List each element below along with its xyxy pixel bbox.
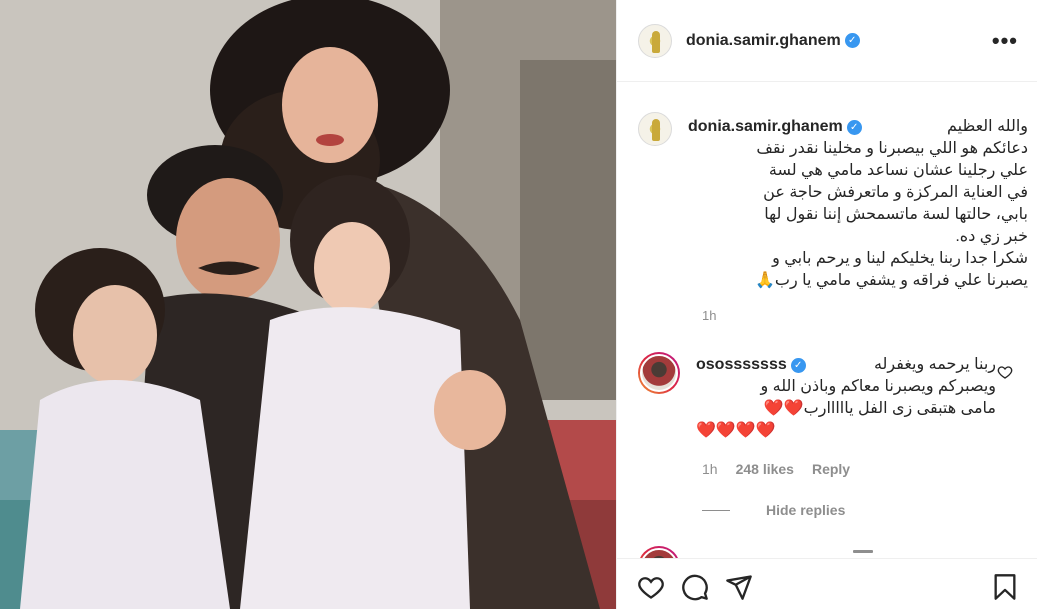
post-sidebar: donia.samir.ghanem ✓ ••• donia.samir.gha… — [616, 0, 1037, 609]
comment-line: مامى هتبقى زى الفل يااااارب❤️❤️ — [763, 400, 996, 417]
hide-replies-button[interactable]: Hide replies — [702, 502, 845, 518]
caption-line: بابي، حالتها لسة ماتسمحش إننا نقول لها — [764, 206, 1028, 223]
caption-username[interactable]: donia.samir.ghanem — [688, 118, 843, 135]
comment-text: ososssssss ✓ ربنا يرحمه ويغفرله ويصبركم و… — [696, 354, 996, 442]
commenter-avatar[interactable] — [638, 352, 680, 394]
comment-bubble-icon[interactable] — [681, 573, 709, 601]
comment-likes[interactable]: 248 likes — [736, 461, 794, 477]
caption-line: علي رجلينا عشان نساعد مامي هي لسة — [768, 162, 1028, 179]
caption-avatar[interactable] — [638, 112, 672, 146]
hide-replies-label: Hide replies — [766, 502, 846, 518]
bookmark-icon[interactable] — [991, 573, 1019, 601]
comment-line: ويصبركم ويصبرنا معاكم وباذن الله و — [760, 378, 996, 395]
author-avatar[interactable] — [638, 23, 672, 58]
commenter-username[interactable]: ososssssss — [696, 356, 787, 373]
action-bar — [617, 558, 1037, 609]
caption-line: والله العظيم — [946, 118, 1028, 135]
comment-meta: 1h 248 likes Reply — [702, 461, 850, 477]
caption-text: donia.samir.ghanem ✓ والله العظيم دعائكم … — [688, 116, 1028, 292]
caption-line: في العناية المركزة و ماتعرفش حاجة عن — [763, 184, 1028, 201]
post-photo — [0, 0, 616, 609]
comment-line: ربنا يرحمه ويغفرله — [873, 356, 996, 373]
heart-outline-icon[interactable] — [637, 573, 665, 601]
reply-button[interactable]: Reply — [812, 461, 850, 477]
truncated-username — [853, 550, 873, 553]
comment-time[interactable]: 1h — [702, 461, 718, 477]
post-header: donia.samir.ghanem ✓ ••• — [617, 0, 1037, 82]
verified-badge-icon: ✓ — [844, 33, 860, 48]
comment-like-heart-icon[interactable] — [997, 364, 1013, 380]
next-comment-preview — [638, 546, 1023, 558]
author-username[interactable]: donia.samir.ghanem — [686, 32, 841, 50]
caption-line: دعائكم هو اللي بيصبرنا و مخلينا نقدر نقف — [756, 140, 1028, 157]
divider-line — [702, 509, 730, 511]
verified-badge-icon: ✓ — [790, 358, 806, 373]
verified-badge-icon: ✓ — [846, 120, 862, 135]
family-photo — [0, 0, 616, 609]
caption-time[interactable]: 1h — [702, 308, 716, 323]
comment-line: ❤️❤️❤️❤️ — [696, 422, 776, 439]
caption-line: شكرا جدا ربنا يخليكم لينا و يرحم بابي و — [772, 250, 1028, 267]
paper-plane-icon[interactable] — [725, 573, 753, 601]
caption-line: يصبرنا علي فراقه و يشفي مامي يا رب🙏 — [754, 272, 1028, 289]
next-commenter-avatar[interactable] — [638, 546, 680, 558]
more-options-icon[interactable]: ••• — [992, 28, 1018, 54]
caption-line: خبر زي ده. — [955, 228, 1028, 245]
